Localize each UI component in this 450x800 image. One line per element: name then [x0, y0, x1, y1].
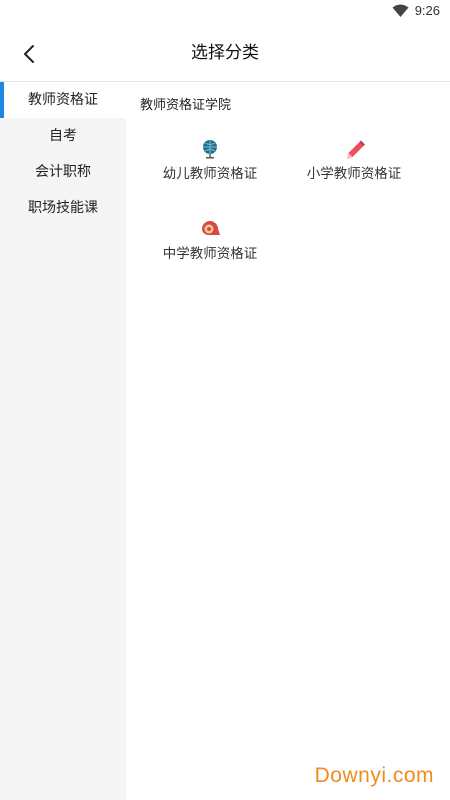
category-sidebar: 教师资格证 自考 会计职称 职场技能课 — [0, 82, 126, 800]
page-title: 选择分类 — [191, 43, 259, 63]
wifi-icon — [392, 4, 409, 17]
sidebar-item-accounting-title[interactable]: 会计职称 — [0, 154, 126, 190]
header: 选择分类 — [0, 24, 450, 82]
status-bar: 9:26 — [0, 0, 450, 24]
card-kindergarten-teacher-cert[interactable]: 幼儿教师资格证 — [135, 138, 285, 182]
card-secondary-teacher-cert[interactable]: 中学教师资格证 — [135, 218, 285, 262]
card-primary-teacher-cert[interactable]: 小学教师资格证 — [279, 138, 429, 182]
card-label: 小学教师资格证 — [306, 166, 402, 182]
card-label: 幼儿教师资格证 — [162, 166, 258, 182]
sidebar-item-teacher-cert[interactable]: 教师资格证 — [0, 82, 126, 118]
globe-icon — [203, 140, 217, 159]
card-label: 中学教师资格证 — [162, 246, 258, 262]
sidebar-item-self-exam[interactable]: 自考 — [0, 118, 126, 154]
status-indicators: 9:26 — [392, 3, 440, 18]
pencil-icon — [347, 140, 365, 159]
category-content: 教师资格证学院 幼儿教师资格证 小学教师资格证 中学教师资格证 — [126, 82, 450, 800]
sidebar-item-workplace-skills[interactable]: 职场技能课 — [0, 190, 126, 226]
section-title: 教师资格证学院 — [140, 98, 232, 113]
status-time: 9:26 — [414, 3, 440, 18]
watermark: Downyi.com — [314, 764, 434, 787]
tape-icon — [202, 221, 220, 235]
